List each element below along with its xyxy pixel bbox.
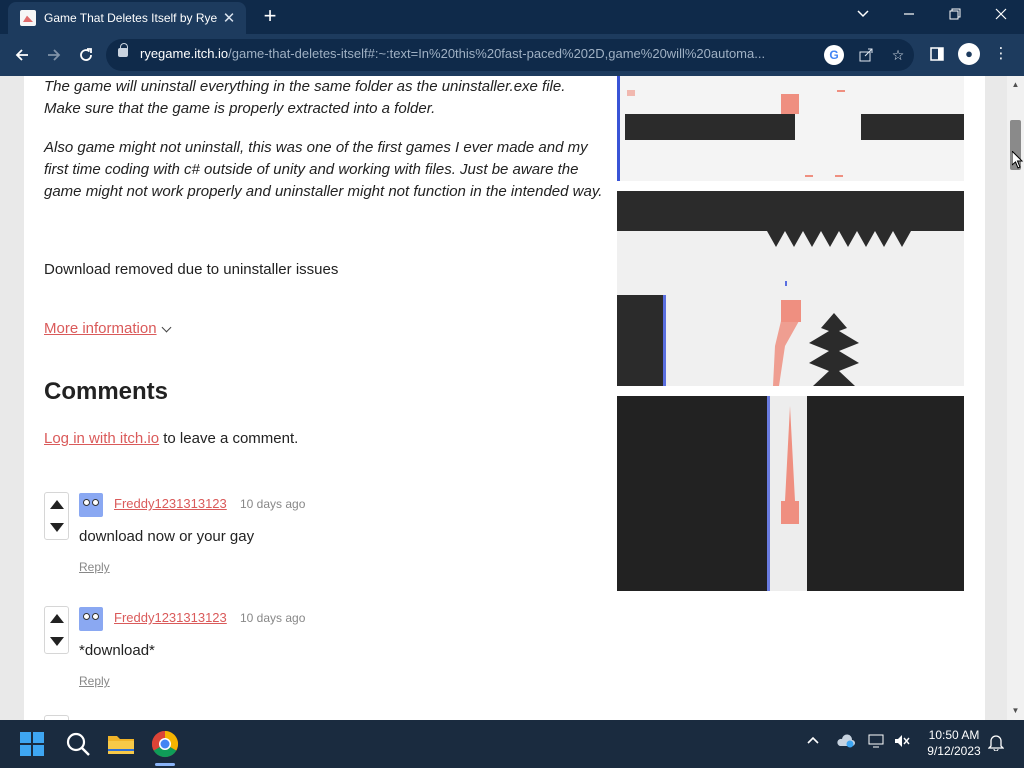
file-explorer-icon[interactable]: [105, 728, 137, 760]
downvote-icon[interactable]: [50, 637, 64, 646]
chrome-icon[interactable]: [149, 728, 181, 766]
side-panel-icon[interactable]: [926, 43, 948, 65]
scroll-up-arrow-icon[interactable]: ▲: [1007, 78, 1024, 92]
login-prompt: Log in with itch.io to leave a comment.: [44, 430, 299, 447]
description-paragraph-2: Also game might not uninstall, this was …: [44, 139, 603, 200]
windows-start-icon[interactable]: [16, 728, 48, 760]
upvote-icon[interactable]: [50, 500, 64, 509]
tray-overflow-chevron-icon[interactable]: [806, 734, 820, 751]
more-menu-icon[interactable]: ⋮: [990, 43, 1012, 65]
game-screenshot-2[interactable]: [617, 191, 964, 386]
url-text[interactable]: ryegame.itch.io/game-that-deletes-itself…: [140, 46, 820, 61]
google-lens-icon[interactable]: G: [824, 45, 844, 65]
comment-text: *download*: [79, 642, 155, 659]
clock-date: 9/12/2023: [927, 744, 981, 758]
vote-buttons: [44, 606, 69, 654]
login-link[interactable]: Log in with itch.io: [44, 430, 159, 447]
page-scrollbar[interactable]: ▲ ▼: [1007, 76, 1024, 720]
network-icon[interactable]: [868, 734, 886, 751]
tab-title: Game That Deletes Itself by Rye: [44, 11, 218, 25]
minimize-button[interactable]: [886, 0, 932, 30]
comment-date[interactable]: 10 days ago: [240, 497, 305, 511]
game-screenshot-1[interactable]: [617, 76, 964, 181]
clock-time: 10:50 AM: [928, 728, 980, 742]
comment-text: download now or your gay: [79, 528, 255, 545]
system-clock[interactable]: 10:50 AM 9/12/2023: [922, 727, 986, 759]
address-bar[interactable]: ryegame.itch.io/game-that-deletes-itself…: [106, 39, 914, 71]
tab-search-chevron-icon[interactable]: [840, 0, 886, 30]
onedrive-icon[interactable]: [836, 734, 856, 751]
vote-buttons: [44, 492, 69, 540]
description-paragraph-1: The game will uninstall everything in th…: [44, 78, 566, 117]
avatar[interactable]: [79, 607, 103, 631]
restore-button[interactable]: [932, 0, 978, 30]
comment-item: Freddy1231313123 10 days ago *download* …: [44, 606, 604, 706]
new-tab-button[interactable]: +: [258, 4, 282, 28]
comment-date[interactable]: 10 days ago: [240, 611, 305, 625]
comments-heading: Comments: [44, 378, 169, 405]
tab-close-icon[interactable]: ✕: [220, 9, 238, 27]
reload-button[interactable]: [72, 41, 100, 69]
share-icon[interactable]: [856, 45, 876, 65]
avatar[interactable]: [79, 493, 103, 517]
comment-author[interactable]: Freddy1231313123: [114, 496, 227, 511]
page-viewport: The game will uninstall everything in th…: [0, 76, 1024, 720]
lock-icon[interactable]: [118, 43, 128, 57]
back-button[interactable]: [8, 41, 36, 69]
game-screenshot-3[interactable]: [617, 396, 964, 591]
forward-button[interactable]: [40, 41, 68, 69]
reply-link[interactable]: Reply: [79, 560, 110, 574]
browser-toolbar: ryegame.itch.io/game-that-deletes-itself…: [0, 34, 1024, 76]
browser-tab[interactable]: Game That Deletes Itself by Rye ✕: [8, 2, 246, 34]
comment-item: Freddy1231313123 10 days ago download no…: [44, 492, 604, 592]
mouse-cursor-icon: [1012, 151, 1024, 169]
volume-muted-icon[interactable]: [894, 734, 910, 751]
notification-bell-icon[interactable]: [987, 733, 1005, 754]
more-information-toggle[interactable]: More information: [44, 320, 171, 337]
close-window-button[interactable]: [978, 0, 1024, 30]
comment-author[interactable]: Freddy1231313123: [114, 610, 227, 625]
upvote-icon[interactable]: [50, 614, 64, 623]
windows-taskbar: 10:50 AM 9/12/2023: [0, 720, 1024, 768]
chevron-down-icon: [161, 322, 171, 333]
search-icon[interactable]: [62, 728, 94, 760]
reply-link[interactable]: Reply: [79, 674, 110, 688]
downvote-icon[interactable]: [50, 523, 64, 532]
browser-tab-bar: Game That Deletes Itself by Rye ✕ +: [0, 0, 1024, 34]
download-note: Download removed due to uninstaller issu…: [44, 261, 339, 278]
profile-avatar-icon[interactable]: ●: [958, 43, 980, 65]
scroll-down-arrow-icon[interactable]: ▼: [1007, 704, 1024, 718]
itch-page-body: The game will uninstall everything in th…: [24, 76, 985, 720]
bookmark-star-icon[interactable]: ☆: [888, 45, 908, 65]
itch-favicon-icon: [20, 10, 36, 26]
